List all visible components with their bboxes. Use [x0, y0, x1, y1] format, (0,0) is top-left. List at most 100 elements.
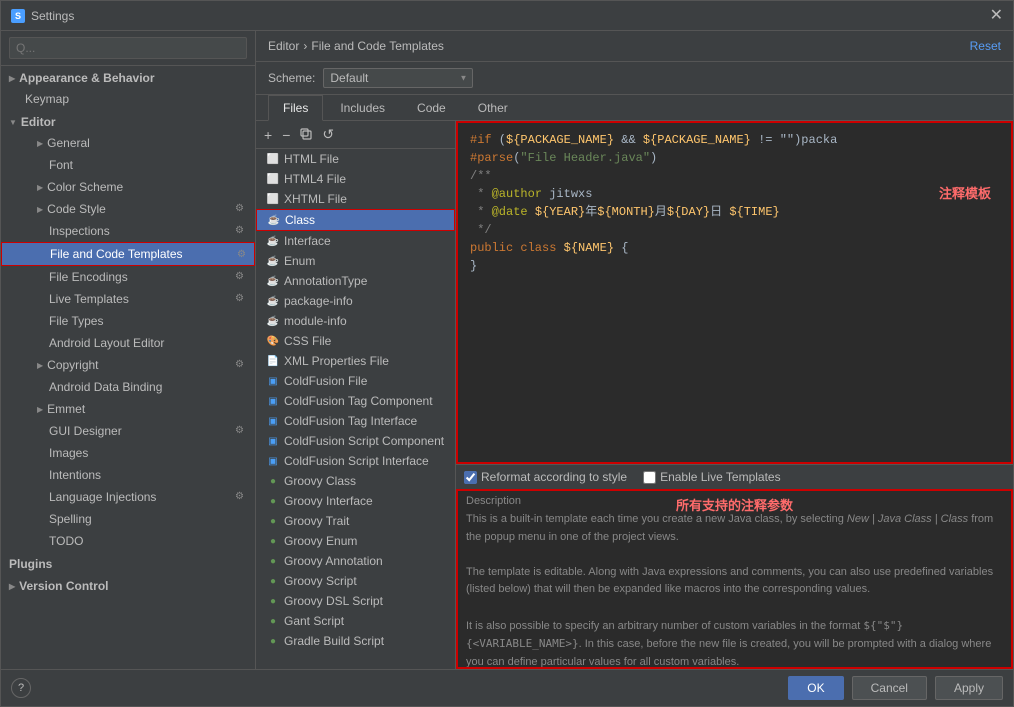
- list-item[interactable]: ● Groovy Annotation: [256, 551, 455, 571]
- code-panel: 注释模板 #if (${PACKAGE_NAME} && ${PACKAGE_N…: [456, 121, 1013, 669]
- cancel-button[interactable]: Cancel: [852, 676, 927, 700]
- sidebar-label: Code Style: [47, 202, 106, 216]
- scheme-bar: Scheme: Default Project: [256, 62, 1013, 95]
- file-label: Gant Script: [284, 614, 344, 628]
- list-item[interactable]: ▣ ColdFusion Script Component: [256, 431, 455, 451]
- sidebar: ▶ Appearance & Behavior Keymap ▼ Editor …: [1, 31, 256, 669]
- apply-button[interactable]: Apply: [935, 676, 1003, 700]
- list-item[interactable]: ● Groovy Enum: [256, 531, 455, 551]
- sidebar-item-code-style[interactable]: ▶ Code Style ⚙: [1, 198, 255, 220]
- list-item[interactable]: ☕ module-info: [256, 311, 455, 331]
- list-item[interactable]: ● Groovy DSL Script: [256, 591, 455, 611]
- list-item[interactable]: ▣ ColdFusion Tag Interface: [256, 411, 455, 431]
- app-icon: S: [11, 9, 25, 23]
- reset-button[interactable]: Reset: [970, 39, 1001, 53]
- sidebar-item-editor[interactable]: ▼ Editor: [1, 110, 255, 132]
- tab-other[interactable]: Other: [463, 95, 523, 121]
- breadcrumb-bar: Editor › File and Code Templates Reset: [256, 31, 1013, 62]
- settings-icon: ⚙: [235, 359, 247, 371]
- add-button[interactable]: +: [260, 125, 276, 145]
- sidebar-item-spelling[interactable]: Spelling: [1, 508, 255, 530]
- file-label: Groovy Enum: [284, 534, 357, 548]
- sidebar-label: Language Injections: [49, 490, 156, 504]
- sidebar-item-android-layout[interactable]: Android Layout Editor: [1, 332, 255, 354]
- list-item[interactable]: ● Gradle Build Script: [256, 631, 455, 651]
- expand-icon: ▶: [37, 183, 43, 192]
- sidebar-item-images[interactable]: Images: [1, 442, 255, 464]
- cf-icon: ▣: [266, 454, 280, 468]
- sidebar-item-android-data-binding[interactable]: Android Data Binding: [1, 376, 255, 398]
- sidebar-item-color-scheme[interactable]: ▶ Color Scheme: [1, 176, 255, 198]
- tab-files[interactable]: Files: [268, 95, 323, 121]
- file-label: ColdFusion File: [284, 374, 367, 388]
- close-button[interactable]: ✕: [990, 8, 1003, 24]
- ok-button[interactable]: OK: [788, 676, 843, 700]
- sidebar-item-emmet[interactable]: ▶ Emmet: [1, 398, 255, 420]
- sidebar-item-file-encodings[interactable]: File Encodings ⚙: [1, 266, 255, 288]
- search-input[interactable]: [9, 37, 247, 59]
- list-item[interactable]: ▣ ColdFusion Script Interface: [256, 451, 455, 471]
- list-item[interactable]: ⬜ HTML4 File: [256, 169, 455, 189]
- titlebar-left: S Settings: [11, 9, 74, 23]
- sidebar-item-language-injections[interactable]: Language Injections ⚙: [1, 486, 255, 508]
- list-item[interactable]: ● Groovy Trait: [256, 511, 455, 531]
- tab-code[interactable]: Code: [402, 95, 461, 121]
- titlebar: S Settings ✕: [1, 1, 1013, 31]
- sidebar-label: Copyright: [47, 358, 98, 372]
- sidebar-item-live-templates[interactable]: Live Templates ⚙: [1, 288, 255, 310]
- groovy-icon: ●: [266, 534, 280, 548]
- sidebar-item-appearance[interactable]: ▶ Appearance & Behavior: [1, 66, 255, 88]
- live-templates-checkbox-label[interactable]: Enable Live Templates: [643, 470, 781, 484]
- sidebar-item-font[interactable]: Font: [1, 154, 255, 176]
- list-item[interactable]: ● Groovy Class: [256, 471, 455, 491]
- scheme-select-wrapper: Default Project: [323, 68, 473, 88]
- sidebar-label: Color Scheme: [47, 180, 123, 194]
- scheme-select[interactable]: Default Project: [323, 68, 473, 88]
- java-icon: ☕: [266, 274, 280, 288]
- list-item[interactable]: ☕ AnnotationType: [256, 271, 455, 291]
- css-icon: 🎨: [266, 334, 280, 348]
- description-text: This is a built-in template each time yo…: [458, 511, 1011, 667]
- list-item[interactable]: 🎨 CSS File: [256, 331, 455, 351]
- remove-button[interactable]: −: [278, 125, 294, 145]
- list-item[interactable]: ● Groovy Interface: [256, 491, 455, 511]
- sidebar-item-copyright[interactable]: ▶ Copyright ⚙: [1, 354, 255, 376]
- sidebar-item-keymap[interactable]: Keymap: [1, 88, 255, 110]
- list-item[interactable]: ⬜ XHTML File: [256, 189, 455, 209]
- list-item[interactable]: ☕ Enum: [256, 251, 455, 271]
- reset-file-button[interactable]: ↺: [318, 124, 338, 145]
- breadcrumb-current: File and Code Templates: [311, 39, 444, 53]
- help-button[interactable]: ?: [11, 678, 31, 698]
- file-list: ⬜ HTML File ⬜ HTML4 File ⬜ XHTML File: [256, 149, 455, 669]
- list-item[interactable]: ☕ Interface: [256, 231, 455, 251]
- list-item[interactable]: ▣ ColdFusion Tag Component: [256, 391, 455, 411]
- sidebar-item-general[interactable]: ▶ General: [1, 132, 255, 154]
- cf-icon: ▣: [266, 414, 280, 428]
- file-label: AnnotationType: [284, 274, 367, 288]
- list-item-class[interactable]: ☕ Class: [256, 209, 455, 231]
- list-item[interactable]: ▣ ColdFusion File: [256, 371, 455, 391]
- list-item[interactable]: ⬜ HTML File: [256, 149, 455, 169]
- copy-button[interactable]: [296, 125, 316, 145]
- file-label: XHTML File: [284, 192, 347, 206]
- sidebar-item-gui-designer[interactable]: GUI Designer ⚙: [1, 420, 255, 442]
- sidebar-item-version-control[interactable]: ▶ Version Control: [1, 574, 255, 596]
- sidebar-item-inspections[interactable]: Inspections ⚙: [1, 220, 255, 242]
- sidebar-item-intentions[interactable]: Intentions: [1, 464, 255, 486]
- file-label: XML Properties File: [284, 354, 389, 368]
- list-item[interactable]: ☕ package-info: [256, 291, 455, 311]
- sidebar-item-todo[interactable]: TODO: [1, 530, 255, 552]
- sidebar-item-file-types[interactable]: File Types: [1, 310, 255, 332]
- list-item[interactable]: ● Gant Script: [256, 611, 455, 631]
- list-item[interactable]: ● Groovy Script: [256, 571, 455, 591]
- list-item[interactable]: 📄 XML Properties File: [256, 351, 455, 371]
- sidebar-item-plugins[interactable]: Plugins: [1, 552, 255, 574]
- reformat-checkbox[interactable]: [464, 471, 477, 484]
- tab-includes[interactable]: Includes: [325, 95, 400, 121]
- code-editor[interactable]: 注释模板 #if (${PACKAGE_NAME} && ${PACKAGE_N…: [456, 121, 1013, 464]
- code-line: /**: [470, 167, 999, 185]
- breadcrumb: Editor › File and Code Templates: [268, 39, 444, 53]
- sidebar-item-file-code-templates[interactable]: File and Code Templates ⚙: [1, 242, 255, 266]
- reformat-checkbox-label[interactable]: Reformat according to style: [464, 470, 627, 484]
- live-templates-checkbox[interactable]: [643, 471, 656, 484]
